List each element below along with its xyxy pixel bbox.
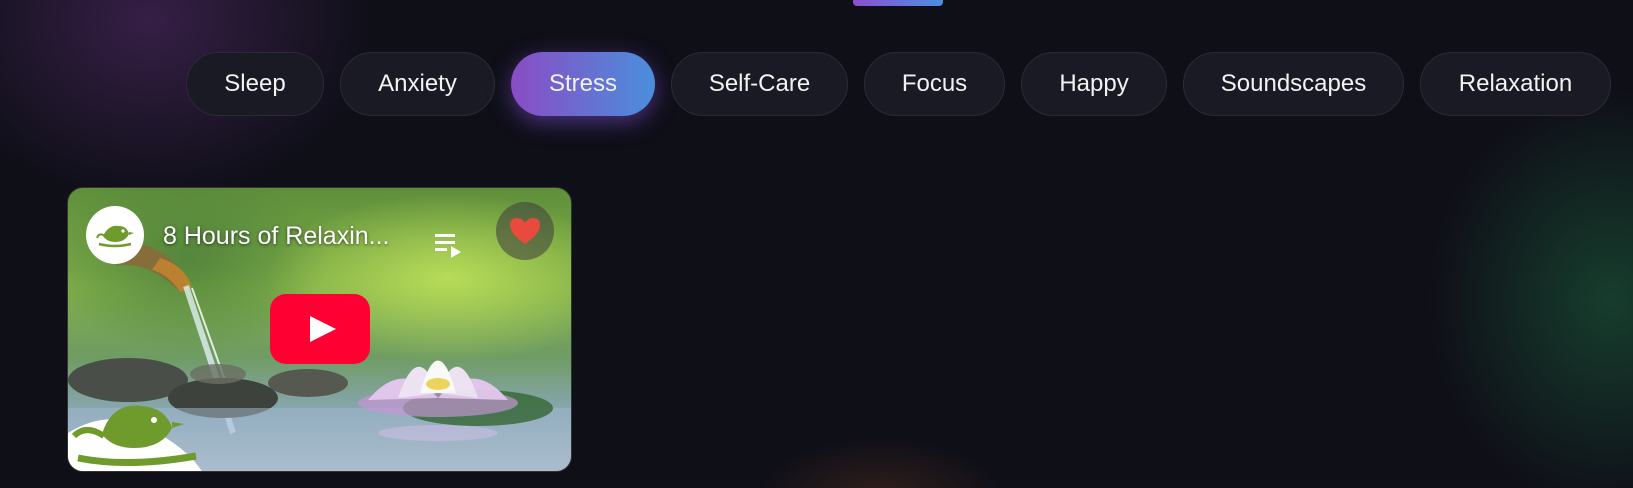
bird-logo-icon bbox=[96, 225, 134, 248]
tab-self-care[interactable]: Self-Care bbox=[671, 52, 848, 116]
heart-icon bbox=[510, 218, 540, 244]
tab-happy[interactable]: Happy bbox=[1021, 52, 1167, 116]
tab-soundscapes[interactable]: Soundscapes bbox=[1183, 52, 1404, 116]
top-scroll-indicator bbox=[853, 0, 943, 6]
video-card[interactable]: 8 Hours of Relaxin... bbox=[67, 187, 572, 472]
channel-watermark-logo bbox=[68, 405, 202, 471]
youtube-play-icon[interactable] bbox=[270, 294, 370, 364]
tab-sleep[interactable]: Sleep bbox=[186, 52, 324, 116]
tab-relaxation[interactable]: Relaxation bbox=[1420, 52, 1611, 116]
tab-focus[interactable]: Focus bbox=[864, 52, 1005, 116]
playlist-play-icon[interactable] bbox=[433, 230, 465, 258]
channel-logo[interactable] bbox=[86, 206, 144, 264]
tab-stress[interactable]: Stress bbox=[511, 52, 655, 116]
favorite-button[interactable] bbox=[496, 202, 554, 260]
tab-anxiety[interactable]: Anxiety bbox=[340, 52, 495, 116]
category-tabs: Sleep Anxiety Stress Self-Care Focus Hap… bbox=[186, 52, 1611, 116]
video-title[interactable]: 8 Hours of Relaxin... bbox=[163, 222, 390, 251]
